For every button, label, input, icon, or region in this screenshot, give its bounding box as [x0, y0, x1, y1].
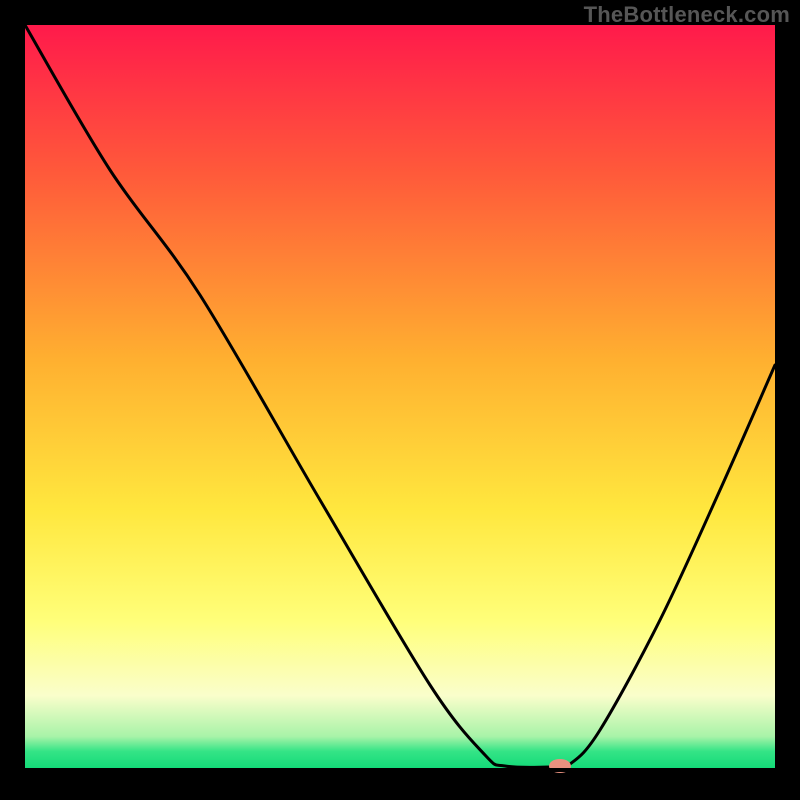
- chart-frame: TheBottleneck.com: [0, 0, 800, 800]
- x-axis: [25, 768, 775, 772]
- watermark-text: TheBottleneck.com: [584, 2, 790, 28]
- bottleneck-chart: [0, 0, 800, 800]
- gradient-background: [25, 25, 775, 770]
